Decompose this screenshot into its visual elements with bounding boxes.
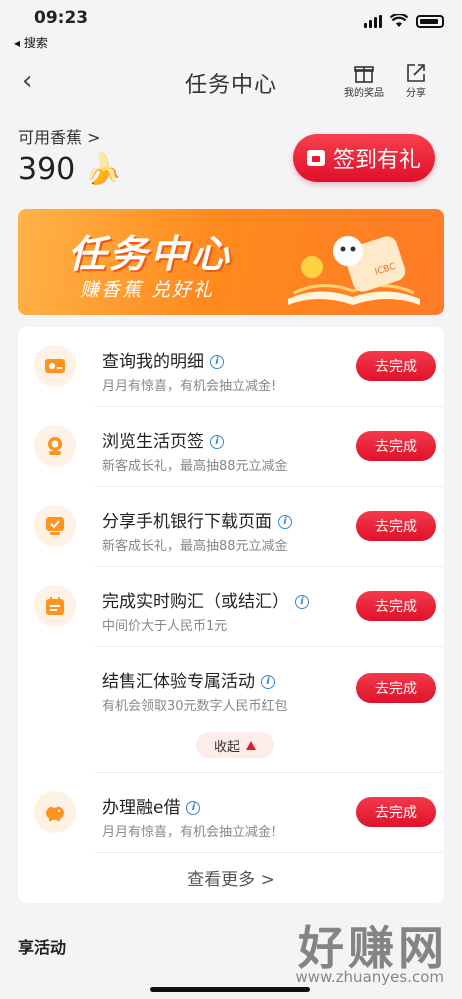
share-icon bbox=[407, 64, 425, 82]
task-desc: 中间价大于人民币1元 bbox=[102, 619, 228, 634]
task-desc: 有机会领取30元数字人民币红包 bbox=[102, 699, 288, 714]
info-icon[interactable]: i bbox=[210, 435, 224, 449]
collapse-button[interactable]: 收起 bbox=[196, 732, 274, 758]
task-title: 办理融e借 i bbox=[102, 793, 201, 818]
info-icon[interactable]: i bbox=[210, 355, 224, 369]
complete-task-button[interactable]: 去完成 bbox=[356, 591, 436, 621]
task-row: 办理融e借 i 月月有惊喜，有机会抽立减金! 去完成 bbox=[18, 773, 444, 853]
complete-task-button[interactable]: 去完成 bbox=[356, 673, 436, 703]
my-prizes-button[interactable]: 我的奖品 bbox=[344, 62, 384, 99]
signin-reward-button[interactable]: 签到有礼 bbox=[293, 134, 435, 182]
share-button[interactable]: 分享 bbox=[405, 62, 427, 99]
system-icons bbox=[364, 14, 444, 28]
collapse-arrow-icon bbox=[246, 740, 256, 750]
banana-balance-value: 390 🍌 bbox=[18, 152, 123, 187]
task-desc: 月月有惊喜，有机会抽立减金! bbox=[102, 825, 277, 840]
complete-task-button[interactable]: 去完成 bbox=[356, 431, 436, 461]
book-mascot-icon: ICBC bbox=[288, 236, 420, 305]
task-title: 浏览生活页签 i bbox=[102, 427, 224, 452]
task-desc: 新客成长礼，最高抽88元立减金 bbox=[102, 539, 288, 554]
banner-title: 任务中心 bbox=[68, 232, 233, 276]
divider bbox=[94, 852, 444, 853]
task-row: 完成实时购汇（或结汇） i 中间价大于人民币1元 去完成 bbox=[18, 567, 444, 647]
battery-icon bbox=[416, 14, 444, 28]
watermark-url: www.zhuanyes.com bbox=[295, 968, 444, 986]
watermark: 好赚网 www.zhuanyes.com bbox=[246, 912, 456, 994]
collapse-label: 收起 bbox=[213, 739, 240, 755]
signin-label: 签到有礼 bbox=[332, 148, 421, 173]
calendar-icon bbox=[34, 585, 76, 627]
task-row: 查询我的明细 i 月月有惊喜，有机会抽立减金! 去完成 bbox=[18, 327, 444, 407]
view-more-link[interactable]: 查看更多 > bbox=[18, 865, 444, 890]
task-title-text: 结售汇体验专属活动 bbox=[102, 672, 255, 692]
nav-bar: ‹ 任务中心 我的奖品 分享 bbox=[0, 56, 462, 106]
info-icon[interactable]: i bbox=[186, 801, 201, 815]
info-icon[interactable]: i bbox=[295, 595, 309, 609]
calendar-icon bbox=[306, 150, 325, 166]
task-title: 结售汇体验专属活动 i bbox=[102, 667, 275, 692]
clock: 09:23 bbox=[34, 8, 89, 28]
piggy-bank-icon bbox=[34, 791, 76, 833]
task-list-card: 查询我的明细 i 月月有惊喜，有机会抽立减金! 去完成 浏览生活页签 i 新客成长礼… bbox=[18, 327, 444, 903]
signal-icon bbox=[364, 14, 382, 28]
task-title-text: 分享手机银行下载页面 bbox=[102, 512, 272, 532]
complete-task-button[interactable]: 去完成 bbox=[356, 351, 436, 381]
my-prizes-label: 我的奖品 bbox=[344, 88, 384, 99]
task-title: 完成实时购汇（或结汇） i bbox=[102, 587, 309, 612]
task-title-text: 办理融e借 bbox=[102, 798, 181, 818]
card-icon bbox=[34, 345, 76, 387]
life-icon bbox=[34, 425, 76, 467]
info-icon[interactable]: i bbox=[261, 675, 275, 689]
home-indicator[interactable] bbox=[150, 987, 310, 992]
task-center-banner[interactable]: 任务中心 赚香蕉 兑好礼 ICBC bbox=[18, 209, 444, 315]
task-title: 查询我的明细 i bbox=[102, 347, 224, 372]
share-label: 分享 bbox=[406, 88, 426, 99]
complete-task-button[interactable]: 去完成 bbox=[356, 797, 436, 827]
activities-section-title: 享活动 bbox=[18, 938, 67, 957]
task-title-text: 完成实时购汇（或结汇） bbox=[102, 592, 289, 612]
task-desc: 新客成长礼，最高抽88元立减金 bbox=[102, 459, 288, 474]
task-row: 分享手机银行下载页面 i 新客成长礼，最高抽88元立减金 去完成 bbox=[18, 487, 444, 567]
wifi-icon bbox=[390, 14, 408, 27]
back-to-search-link[interactable]: ◂ 搜索 bbox=[14, 34, 48, 51]
task-desc: 月月有惊喜，有机会抽立减金! bbox=[102, 379, 277, 394]
task-row: 浏览生活页签 i 新客成长礼，最高抽88元立减金 去完成 bbox=[18, 407, 444, 487]
info-icon[interactable]: i bbox=[278, 515, 292, 529]
banana-balance-link[interactable]: 可用香蕉 > bbox=[18, 124, 101, 148]
phone-check-icon bbox=[34, 505, 76, 547]
task-title-text: 查询我的明细 bbox=[102, 352, 204, 372]
banner-subtitle: 赚香蕉 兑好礼 bbox=[80, 279, 215, 301]
page-title: 任务中心 bbox=[184, 73, 277, 98]
gift-icon bbox=[354, 66, 374, 83]
task-title-text: 浏览生活页签 bbox=[102, 432, 204, 452]
complete-task-button[interactable]: 去完成 bbox=[356, 511, 436, 541]
task-title: 分享手机银行下载页面 i bbox=[102, 507, 292, 532]
status-bar: 09:23 ◂ 搜索 bbox=[0, 0, 462, 56]
